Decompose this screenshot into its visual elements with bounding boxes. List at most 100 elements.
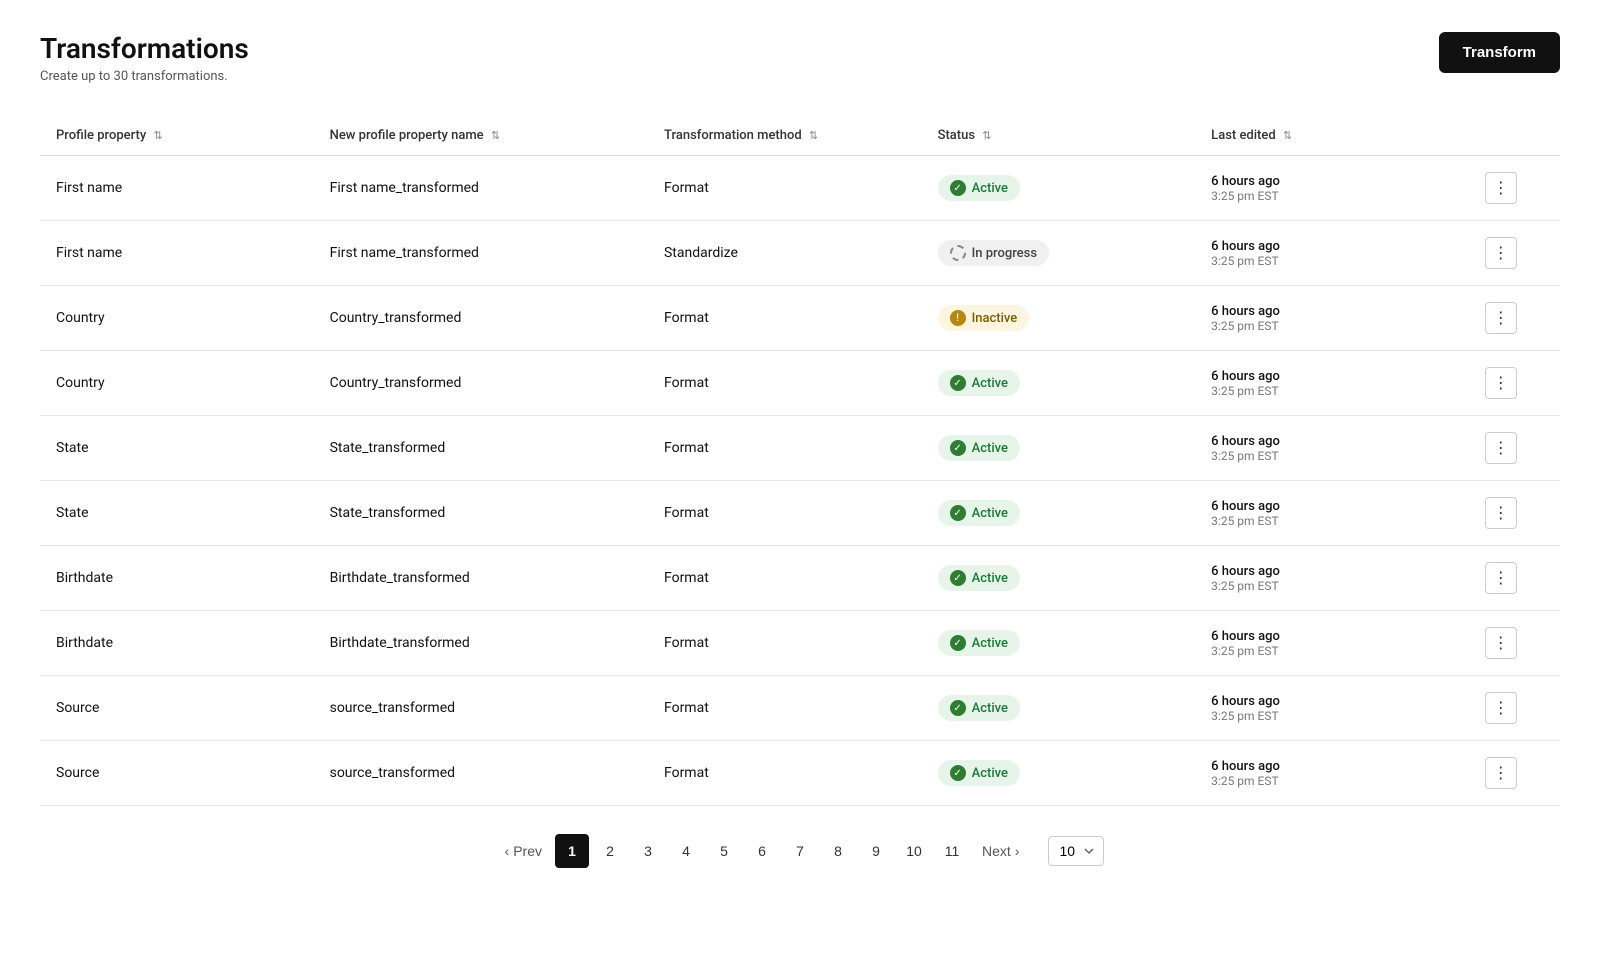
last-edited-sub: 3:25 pm EST (1211, 384, 1453, 398)
cell-profile-property: Country (40, 351, 314, 416)
page-button-7[interactable]: 7 (783, 834, 817, 868)
cell-method: Format (648, 416, 922, 481)
active-dot-icon: ✓ (950, 375, 966, 391)
row-action-button[interactable]: ⋮ (1485, 497, 1517, 529)
last-edited-sub: 3:25 pm EST (1211, 644, 1453, 658)
last-edited-container: 6 hours ago 3:25 pm EST (1211, 434, 1453, 463)
page-button-2[interactable]: 2 (593, 834, 627, 868)
table-row: CountryCountry_transformedFormat!Inactiv… (40, 286, 1560, 351)
row-action-button[interactable]: ⋮ (1485, 757, 1517, 789)
cell-action: ⋮ (1469, 481, 1560, 546)
cell-status: ✓Active (922, 676, 1196, 741)
cell-status: In progress (922, 221, 1196, 286)
last-edited-sub: 3:25 pm EST (1211, 579, 1453, 593)
cell-status: ✓Active (922, 156, 1196, 221)
col-header-profile-property[interactable]: Profile property ⇅ (40, 116, 314, 156)
cell-new-name: source_transformed (314, 676, 648, 741)
table-row: BirthdateBirthdate_transformedFormat✓Act… (40, 611, 1560, 676)
last-edited-main: 6 hours ago (1211, 499, 1453, 514)
page-button-10[interactable]: 10 (897, 834, 931, 868)
last-edited-main: 6 hours ago (1211, 434, 1453, 449)
page-button-6[interactable]: 6 (745, 834, 779, 868)
active-dot-icon: ✓ (950, 180, 966, 196)
status-badge: ✓Active (938, 630, 1020, 656)
inactive-dot-icon: ! (950, 310, 966, 326)
table-row: StateState_transformedFormat✓Active 6 ho… (40, 416, 1560, 481)
cell-last-edited: 6 hours ago 3:25 pm EST (1195, 546, 1469, 611)
cell-status: ✓Active (922, 416, 1196, 481)
cell-last-edited: 6 hours ago 3:25 pm EST (1195, 416, 1469, 481)
col-header-action (1469, 116, 1560, 156)
table-row: CountryCountry_transformedFormat✓Active … (40, 351, 1560, 416)
row-action-button[interactable]: ⋮ (1485, 172, 1517, 204)
cell-method: Standardize (648, 221, 922, 286)
last-edited-main: 6 hours ago (1211, 629, 1453, 644)
table-header-row: Profile property ⇅ New profile property … (40, 116, 1560, 156)
transform-button[interactable]: Transform (1439, 32, 1560, 73)
last-edited-container: 6 hours ago 3:25 pm EST (1211, 564, 1453, 593)
cell-status: ✓ Active (922, 741, 1196, 806)
transformations-table: Profile property ⇅ New profile property … (40, 116, 1560, 806)
cell-profile-property: First name (40, 156, 314, 221)
status-badge: !Inactive (938, 305, 1030, 331)
status-badge: ✓Active (938, 695, 1020, 721)
last-edited-sub: 3:25 pm EST (1211, 189, 1453, 203)
page-button-8[interactable]: 8 (821, 834, 855, 868)
last-edited-main: 6 hours ago (1211, 304, 1453, 319)
last-edited-main: 6 hours ago (1211, 759, 1453, 774)
cell-new-name: State_transformed (314, 416, 648, 481)
col-header-last-edited[interactable]: Last edited ⇅ (1195, 116, 1469, 156)
next-button[interactable]: Next › (973, 834, 1028, 868)
sort-icon-method: ⇅ (809, 129, 818, 142)
active-dot-icon: ✓ (950, 765, 966, 781)
last-edited-container: 6 hours ago 3:25 pm EST (1211, 304, 1453, 333)
sort-icon-status: ⇅ (982, 129, 991, 142)
row-action-button[interactable]: ⋮ (1485, 237, 1517, 269)
prev-button[interactable]: ‹ Prev (496, 834, 551, 868)
cell-method: Format (648, 351, 922, 416)
chevron-left-icon: ‹ (505, 843, 510, 859)
page-button-1[interactable]: 1 (555, 834, 589, 868)
active-dot-icon: ✓ (950, 505, 966, 521)
table-row: StateState_transformedFormat✓Active 6 ho… (40, 481, 1560, 546)
row-action-button[interactable]: ⋮ (1485, 692, 1517, 724)
cell-profile-property: State (40, 481, 314, 546)
cell-new-name: Birthdate_transformed (314, 546, 648, 611)
page-button-11[interactable]: 11 (935, 834, 969, 868)
cell-action: ⋮ (1469, 221, 1560, 286)
cell-method: Format (648, 481, 922, 546)
page-title: Transformations (40, 32, 249, 65)
row-action-button[interactable]: ⋮ (1485, 302, 1517, 334)
cell-status: ✓ Active (922, 481, 1196, 546)
last-edited-sub: 3:25 pm EST (1211, 449, 1453, 463)
col-header-new-name[interactable]: New profile property name ⇅ (314, 116, 648, 156)
cell-status: ✓Active (922, 546, 1196, 611)
status-label: Active (972, 571, 1008, 586)
last-edited-sub: 3:25 pm EST (1211, 254, 1453, 268)
page-button-3[interactable]: 3 (631, 834, 665, 868)
cell-method: Format (648, 156, 922, 221)
per-page-select[interactable]: 10 20 50 (1048, 836, 1104, 866)
last-edited-container: 6 hours ago 3:25 pm EST (1211, 174, 1453, 203)
row-action-button[interactable]: ⋮ (1485, 627, 1517, 659)
col-header-method[interactable]: Transformation method ⇅ (648, 116, 922, 156)
cell-last-edited: 6 hours ago 3:25 pm EST (1195, 676, 1469, 741)
row-action-button[interactable]: ⋮ (1485, 432, 1517, 464)
active-dot-icon: ✓ (950, 635, 966, 651)
cell-last-edited: 6 hours ago 3:25 pm EST (1195, 286, 1469, 351)
status-badge: ✓ Active (938, 500, 1020, 526)
row-action-button[interactable]: ⋮ (1485, 367, 1517, 399)
status-label: In progress (972, 246, 1037, 261)
page-button-9[interactable]: 9 (859, 834, 893, 868)
status-label: Active (972, 506, 1008, 521)
status-label: Active (972, 766, 1008, 781)
active-dot-icon: ✓ (950, 440, 966, 456)
cell-new-name: source_transformed (314, 741, 648, 806)
table-row: Sourcesource_transformedFormat✓Active 6 … (40, 741, 1560, 806)
page-button-4[interactable]: 4 (669, 834, 703, 868)
table-row: First nameFirst name_transformedStandard… (40, 221, 1560, 286)
cell-new-name: First name_transformed (314, 156, 648, 221)
page-button-5[interactable]: 5 (707, 834, 741, 868)
col-header-status[interactable]: Status ⇅ (922, 116, 1196, 156)
row-action-button[interactable]: ⋮ (1485, 562, 1517, 594)
